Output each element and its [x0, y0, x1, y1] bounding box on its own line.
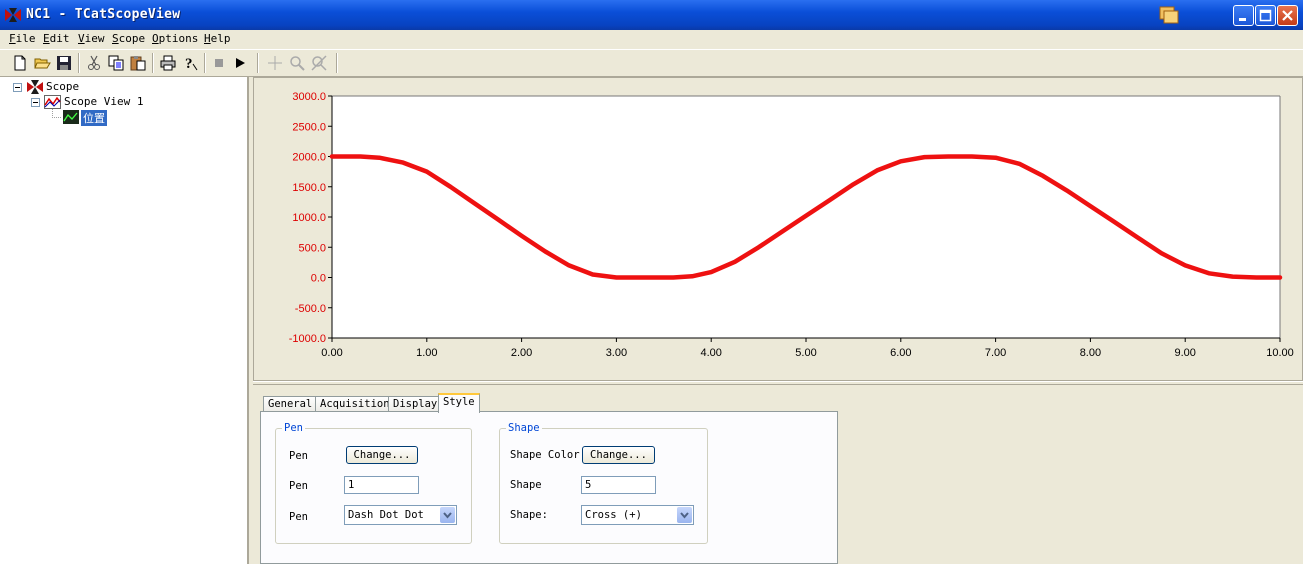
pen-style-select[interactable]: Dash Dot Dot [344, 505, 457, 525]
toolbar-separator [152, 53, 154, 73]
y-tick-label: 1000.0 [292, 212, 326, 224]
shape-type-label: Shape: [510, 509, 548, 521]
x-tick-label: 1.00 [416, 347, 437, 359]
tree-item-channel[interactable]: 位置 [81, 110, 107, 126]
save-icon[interactable] [55, 54, 73, 72]
y-tick-label: 3000.0 [292, 91, 326, 103]
tcat-scope-app-icon [5, 8, 21, 22]
stop-icon[interactable] [210, 54, 228, 72]
print-icon[interactable] [159, 54, 177, 72]
properties-panel: General Acquisition Display Pen Pen Chan… [253, 385, 1303, 564]
tab-style[interactable]: Style [438, 393, 480, 413]
close-button[interactable] [1277, 5, 1298, 26]
x-tick-label: 6.00 [890, 347, 911, 359]
toolbar-separator [78, 53, 80, 73]
chevron-down-icon[interactable] [440, 507, 455, 523]
tab-acquisition[interactable]: Acquisition [315, 396, 395, 412]
tree-collapse-toggle[interactable] [31, 98, 40, 107]
x-tick-label: 9.00 [1174, 347, 1195, 359]
y-tick-label: -500.0 [295, 303, 326, 315]
minimize-button[interactable] [1233, 5, 1254, 26]
style-tab-panel: Pen Pen Change... Pen 1 Pen Dash Dot Dot… [260, 411, 838, 564]
scope-tree: Scope Scope View 1 位置 [0, 77, 249, 564]
shape-size-field[interactable]: 5 [581, 476, 656, 494]
tab-general[interactable]: General [263, 396, 318, 412]
toolbar-separator [257, 53, 259, 73]
play-icon[interactable] [231, 54, 249, 72]
paste-icon[interactable] [129, 54, 147, 72]
x-tick-label: 5.00 [795, 347, 816, 359]
crosshair-icon[interactable] [266, 54, 284, 72]
x-tick-label: 0.00 [321, 347, 342, 359]
shape-type-value: Cross (+) [585, 509, 642, 521]
pen-width-field[interactable]: 1 [344, 476, 419, 494]
pen-group: Pen Pen Change... Pen 1 Pen Dash Dot Dot [275, 422, 472, 544]
zoom-off-icon[interactable] [310, 54, 328, 72]
copy-icon[interactable] [107, 54, 125, 72]
y-tick-label: 500.0 [298, 242, 326, 254]
pen-style-label: Pen [289, 511, 308, 523]
toolbar-separator [204, 53, 206, 73]
shape-group: Shape Shape Color: Change... Shape 5 Sha… [499, 422, 708, 544]
shape-color-label: Shape Color: [510, 449, 586, 461]
open-icon[interactable] [33, 54, 51, 72]
x-tick-label: 4.00 [700, 347, 721, 359]
y-tick-label: 1500.0 [292, 182, 326, 194]
menu-scope[interactable]: Scope [112, 32, 145, 45]
new-icon[interactable] [11, 54, 29, 72]
y-tick-label: 0.0 [311, 273, 326, 285]
maximize-button[interactable] [1255, 5, 1276, 26]
menu-bar: File Edit View Scope Options Help [0, 30, 1303, 49]
menu-file[interactable]: File [9, 32, 36, 45]
scope-icon [27, 80, 43, 94]
menu-view[interactable]: View [78, 32, 105, 45]
x-tick-label: 10.00 [1266, 347, 1294, 359]
maximize-icon [1259, 9, 1272, 22]
shape-size-label: Shape [510, 479, 542, 491]
cut-icon[interactable] [85, 54, 103, 72]
tree-item-scope-view[interactable]: Scope View 1 [64, 95, 143, 108]
toolbar-separator [336, 53, 338, 73]
pen-color-change-button[interactable]: Change... [346, 446, 418, 464]
x-tick-label: 3.00 [606, 347, 627, 359]
svg-text:?: ? [185, 56, 193, 72]
menu-options[interactable]: Options [152, 32, 198, 45]
window-title: NC1 - TCatScopeView [26, 7, 181, 22]
shape-color-change-button[interactable]: Change... [582, 446, 655, 464]
x-tick-label: 2.00 [511, 347, 532, 359]
x-tick-label: 8.00 [1080, 347, 1101, 359]
pen-width-label: Pen [289, 480, 308, 492]
tree-item-scope[interactable]: Scope [46, 80, 79, 93]
close-icon [1282, 10, 1293, 21]
pen-color-label: Pen [289, 450, 308, 462]
shape-type-select[interactable]: Cross (+) [581, 505, 694, 525]
scope-view-icon [44, 95, 61, 109]
tree-collapse-toggle[interactable] [13, 83, 22, 92]
menu-help[interactable]: Help [204, 32, 231, 45]
chart-panel: 3000.0 2500.0 2000.0 1500.0 1000.0 500.0 0.0 -5… [253, 77, 1303, 381]
window-folder-icon [1159, 6, 1179, 24]
zoom-icon[interactable] [288, 54, 306, 72]
tab-display[interactable]: Display [388, 396, 443, 412]
y-tick-label: 2000.0 [292, 152, 326, 164]
y-tick-label: -1000.0 [289, 333, 326, 345]
channel-icon [63, 110, 79, 124]
pen-style-value: Dash Dot Dot [348, 509, 424, 521]
scope-chart: 3000.0 2500.0 2000.0 1500.0 1000.0 500.0 0.0 -5… [289, 91, 1294, 359]
minimize-icon [1239, 18, 1246, 21]
x-tick-label: 7.00 [985, 347, 1006, 359]
shape-group-title: Shape [506, 422, 542, 434]
menu-edit[interactable]: Edit [43, 32, 70, 45]
y-tick-label: 2500.0 [292, 121, 326, 133]
toolbar: ? [0, 49, 1303, 77]
pen-group-title: Pen [282, 422, 305, 434]
chevron-down-icon[interactable] [677, 507, 692, 523]
title-bar: NC1 - TCatScopeView [0, 0, 1303, 30]
tree-connector [52, 109, 62, 118]
help-icon[interactable]: ? [181, 54, 199, 72]
